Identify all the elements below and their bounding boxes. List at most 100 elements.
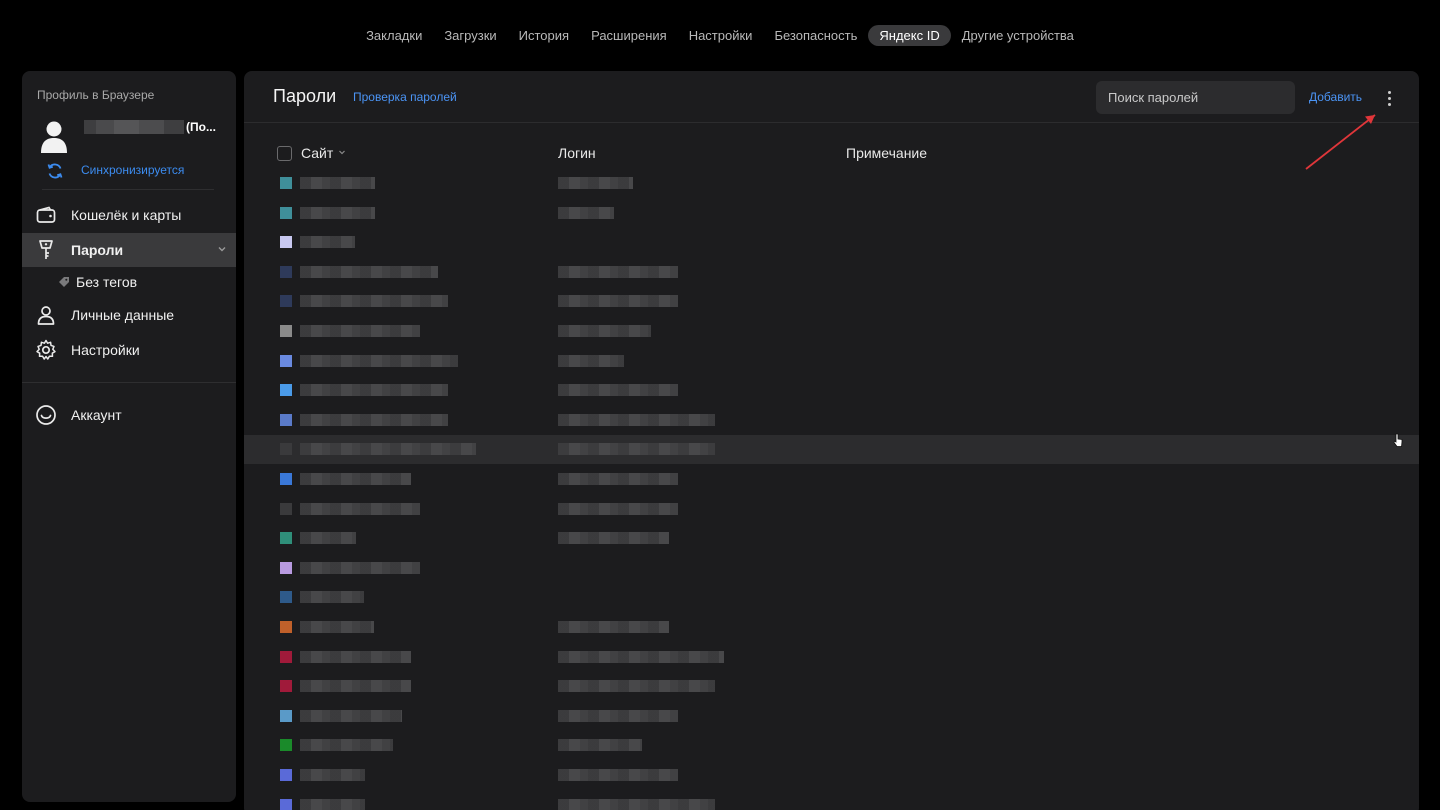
table-row[interactable] (244, 643, 1419, 672)
site-redacted (300, 591, 364, 604)
table-row[interactable] (244, 376, 1419, 405)
site-redacted (300, 769, 365, 781)
table-row[interactable] (244, 258, 1419, 287)
site-redacted (300, 798, 365, 810)
login-redacted (558, 532, 669, 545)
login-redacted (558, 325, 651, 337)
sidebar-item-account[interactable]: Аккаунт (22, 398, 236, 432)
login-redacted (558, 413, 715, 426)
site-favicon (280, 769, 292, 781)
table-row[interactable] (244, 435, 1419, 465)
site-favicon (280, 295, 292, 308)
check-passwords-link[interactable]: Проверка паролей (353, 90, 457, 104)
site-favicon (280, 798, 292, 810)
wallet-icon (35, 204, 57, 226)
site-favicon (280, 177, 292, 189)
site-redacted (300, 650, 411, 663)
login-redacted (558, 354, 624, 367)
table-row[interactable] (244, 287, 1419, 316)
site-redacted (300, 384, 448, 397)
column-header-label: Сайт (301, 145, 334, 161)
login-redacted (558, 621, 669, 633)
site-redacted (300, 709, 402, 722)
tab-3[interactable]: Расширения (580, 25, 678, 46)
tab-2[interactable]: История (508, 25, 580, 46)
sidebar-item-label: Личные данные (71, 307, 175, 323)
add-button[interactable]: Добавить (1309, 90, 1362, 104)
table-row[interactable] (244, 672, 1419, 701)
table-row[interactable] (244, 702, 1419, 731)
login-redacted (558, 265, 678, 278)
site-favicon (280, 354, 292, 367)
site-redacted (300, 680, 411, 693)
table-row[interactable] (244, 554, 1419, 583)
sidebar-item-passwords[interactable]: Пароли (22, 233, 236, 267)
table-row[interactable] (244, 169, 1419, 198)
passwords-panel: Пароли Проверка паролей Добавить Сайт Ло… (244, 71, 1419, 810)
search-input[interactable] (1096, 81, 1295, 114)
table-row[interactable] (244, 791, 1419, 810)
site-redacted (300, 354, 458, 367)
site-favicon (280, 473, 292, 485)
sidebar-item-settings[interactable]: Настройки (22, 333, 236, 367)
select-all-checkbox[interactable] (277, 146, 292, 161)
table-row[interactable] (244, 761, 1419, 790)
site-favicon (280, 384, 292, 397)
avatar-icon[interactable] (40, 119, 68, 153)
site-redacted (300, 561, 420, 574)
tab-7[interactable]: Другие устройства (951, 25, 1085, 46)
sort-chevron-icon (339, 150, 346, 155)
mouse-cursor-icon (1393, 433, 1403, 447)
login-redacted (558, 295, 678, 308)
tab-1[interactable]: Загрузки (433, 25, 507, 46)
table-row[interactable] (244, 347, 1419, 376)
tag-icon (59, 277, 69, 287)
table-row[interactable] (244, 228, 1419, 257)
login-redacted (558, 206, 614, 219)
site-redacted (300, 532, 356, 545)
chevron-down-icon[interactable] (216, 243, 228, 255)
gear-icon (35, 339, 57, 361)
table-row[interactable] (244, 465, 1419, 494)
table-row[interactable] (244, 199, 1419, 228)
sidebar-item-wallet[interactable]: Кошелёк и карты (22, 198, 236, 232)
site-favicon (280, 739, 292, 752)
site-redacted (300, 621, 374, 633)
tab-5[interactable]: Безопасность (763, 25, 868, 46)
sidebar-item-label: Кошелёк и карты (71, 207, 182, 223)
table-row[interactable] (244, 495, 1419, 524)
column-header-site[interactable]: Сайт (301, 145, 346, 161)
tab-4[interactable]: Настройки (678, 25, 764, 46)
table-row[interactable] (244, 406, 1419, 435)
site-favicon (280, 502, 292, 515)
profile-name[interactable]: (По... (84, 118, 219, 136)
login-redacted (558, 769, 678, 781)
column-header-login: Логин (558, 145, 596, 161)
top-navigation: Закладки Загрузки История Расширения Настрой… (0, 24, 1440, 46)
panel-header: Пароли Проверка паролей Добавить (244, 71, 1419, 123)
more-menu-icon[interactable] (1382, 88, 1396, 108)
sync-status[interactable]: Синхронизируется (81, 163, 184, 177)
login-redacted (558, 709, 678, 722)
site-redacted (300, 413, 448, 426)
column-header-note: Примечание (846, 145, 928, 161)
sidebar-item-no-tags[interactable]: Без тегов (58, 271, 137, 293)
tab-6[interactable]: Яндекс ID (868, 24, 951, 46)
key-icon (35, 239, 57, 261)
table-row[interactable] (244, 524, 1419, 553)
site-favicon (280, 561, 292, 574)
table-row[interactable] (244, 317, 1419, 346)
table-row[interactable] (244, 613, 1419, 642)
tab-0[interactable]: Закладки (355, 25, 433, 46)
sidebar-item-personal-data[interactable]: Личные данные (22, 298, 236, 332)
login-redacted (558, 739, 642, 752)
table-row[interactable] (244, 583, 1419, 612)
site-redacted (300, 739, 393, 752)
divider (42, 189, 214, 190)
login-redacted (558, 680, 715, 693)
sidebar-item-label: Настройки (71, 342, 140, 358)
sidebar: Профиль в Браузере (По... Синхронизирует… (22, 71, 236, 802)
table-row[interactable] (244, 731, 1419, 760)
site-favicon (280, 591, 292, 604)
site-redacted (300, 177, 375, 189)
